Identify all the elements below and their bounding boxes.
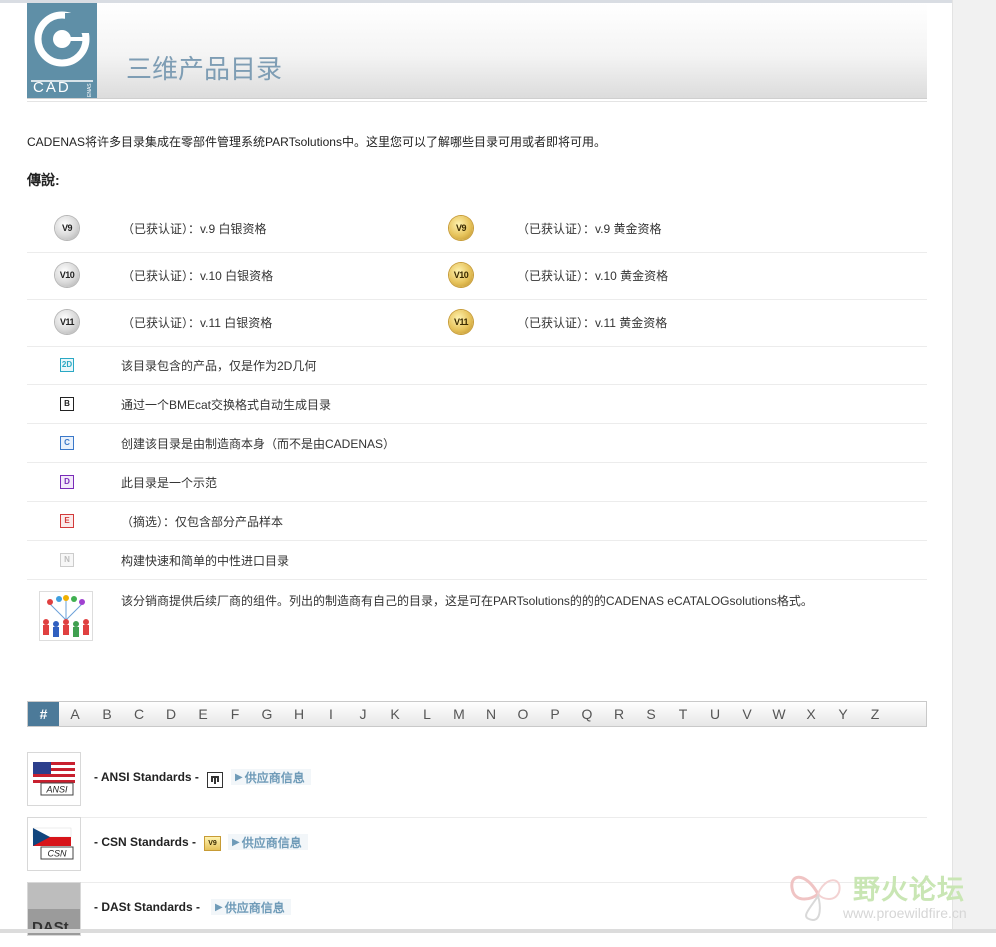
csn-flag-thumbnail[interactable]: CSN: [27, 817, 81, 871]
vendor-info-link-dast[interactable]: ▶ 供应商信息: [211, 899, 291, 915]
forum-watermark: 野火论坛 www.proewildfire.cn: [785, 866, 990, 926]
intro-text: CADENAS将许多目录集成在零部件管理系统PARTsolutions中。这里您…: [27, 135, 606, 149]
n-badge-icon: N: [60, 553, 74, 567]
alpha-filter-a[interactable]: A: [59, 702, 91, 726]
silver-v10-label: （已获认证）：v.10 白银资格: [122, 269, 274, 283]
alpha-filter-c[interactable]: C: [123, 702, 155, 726]
csn-thumb-label: CSN: [47, 849, 67, 859]
alpha-filter-m[interactable]: M: [443, 702, 475, 726]
alpha-filter-g[interactable]: G: [251, 702, 283, 726]
legend-row-2d: 2D 该目录包含的产品，仅是作为2D几何: [27, 346, 927, 385]
legend-row-b: B 通过一个BMEcat交换格式自动生成目录: [27, 385, 927, 424]
d-badge-icon: D: [60, 475, 74, 489]
e-label: （摘选）：仅包含部分产品样本: [121, 515, 284, 529]
alpha-filter-i[interactable]: I: [315, 702, 347, 726]
catalog-name-dast[interactable]: - DASt Standards -: [94, 900, 200, 914]
legend-row-e: E （摘选）：仅包含部分产品样本: [27, 502, 927, 541]
vendor-info-label: 供应商信息: [244, 770, 305, 785]
gold-v11-badge-icon: V11: [449, 310, 473, 334]
ansi-thumb-label: ANSI: [45, 785, 68, 795]
play-arrow-icon: ▶: [235, 771, 243, 783]
vendor-info-link-ansi[interactable]: ▶ 供应商信息: [231, 769, 311, 785]
legend-row-v9: V9 （已获认证）：v.9 白银资格 V9 （已获认证）：v.9 黄金资格: [27, 205, 927, 253]
alpha-filter-b[interactable]: B: [91, 702, 123, 726]
alpha-filter-d[interactable]: D: [155, 702, 187, 726]
alpha-filter-r[interactable]: R: [603, 702, 635, 726]
alpha-filter-p[interactable]: P: [539, 702, 571, 726]
vendor-info-label: 供应商信息: [224, 900, 285, 915]
legend-heading: 傳說:: [27, 172, 60, 188]
silver-v10-badge-icon: V10: [55, 263, 79, 287]
header-divider: [27, 99, 927, 102]
gold-v10-label: （已获认证）：v.10 黄金资格: [517, 269, 669, 283]
d-label: 此目录是一个示范: [121, 476, 218, 490]
watermark-url: www.proewildfire.cn: [843, 905, 967, 921]
cadenas-logo[interactable]: CAD ENAS: [27, 3, 97, 98]
legend-row-v11: V11 （已获认证）：v.11 白银资格 V11 （已获认证）：v.11 黄金资…: [27, 299, 927, 347]
legend-row-distributor: 该分销商提供后续厂商的组件。列出的制造商有自己的目录，这是可在PARTsolut…: [27, 581, 927, 647]
gold-v9-badge-icon: V9: [449, 216, 473, 240]
catalog-page: CAD ENAS 三维产品目录 CADENAS将许多目录集成在零部件管理系统PA…: [27, 3, 927, 936]
alpha-filter-y[interactable]: Y: [827, 702, 859, 726]
alpha-filter-e[interactable]: E: [187, 702, 219, 726]
butterfly-logo-icon: [790, 875, 841, 922]
alpha-filter-k[interactable]: K: [379, 702, 411, 726]
silver-v11-badge-icon: V11: [55, 310, 79, 334]
page-header: CAD ENAS 三维产品目录: [27, 3, 927, 99]
alpha-filter-o[interactable]: O: [507, 702, 539, 726]
alpha-filter-j[interactable]: J: [347, 702, 379, 726]
silver-v9-badge-icon: V9: [55, 216, 79, 240]
window-bottom-border: [0, 929, 996, 933]
play-arrow-icon: ▶: [232, 836, 240, 848]
alpha-filter-l[interactable]: L: [411, 702, 443, 726]
alpha-filter-v[interactable]: V: [731, 702, 763, 726]
vendor-info-label: 供应商信息: [241, 835, 302, 850]
alpha-filter-hash[interactable]: #: [28, 702, 59, 726]
alpha-filter-f[interactable]: F: [219, 702, 251, 726]
distributor-network-icon: [39, 591, 93, 641]
vendor-info-link-csn[interactable]: ▶ 供应商信息: [228, 834, 308, 850]
n-label: 构建快速和简单的中性进口目录: [121, 554, 290, 568]
gold-v10-badge-icon: V10: [449, 263, 473, 287]
distributor-badge-icon: [207, 772, 223, 788]
page-title: 三维产品目录: [126, 55, 283, 85]
alpha-filter-s[interactable]: S: [635, 702, 667, 726]
legend-row-c: C 创建该目录是由制造商本身（而不是由CADENAS）: [27, 424, 927, 463]
alpha-filter-q[interactable]: Q: [571, 702, 603, 726]
alpha-filter-h[interactable]: H: [283, 702, 315, 726]
2d-label: 该目录包含的产品，仅是作为2D几何: [121, 359, 317, 373]
e-badge-icon: E: [60, 514, 74, 528]
alphabet-filter-bar: # A B C D E F G H I J K L M N O P Q R S …: [27, 701, 927, 727]
distributor-label: 该分销商提供后续厂商的组件。列出的制造商有自己的目录，这是可在PARTsolut…: [121, 594, 813, 608]
alpha-filter-u[interactable]: U: [699, 702, 731, 726]
gold-v9-small-badge-icon: V9: [204, 836, 221, 851]
alpha-filter-w[interactable]: W: [763, 702, 795, 726]
legend-row-d: D 此目录是一个示范: [27, 463, 927, 502]
2d-badge-icon: 2D: [60, 358, 74, 372]
gold-v9-label: （已获认证）：v.9 黄金资格: [517, 222, 662, 236]
alpha-filter-x[interactable]: X: [795, 702, 827, 726]
dast-logo-thumbnail[interactable]: DASt: [27, 882, 81, 936]
watermark-title: 野火论坛: [853, 875, 965, 906]
silver-v9-label: （已获认证）：v.9 白银资格: [122, 222, 267, 236]
logo-subtext: ENAS: [87, 83, 93, 97]
b-badge-icon: B: [60, 397, 74, 411]
play-arrow-icon: ▶: [215, 901, 223, 913]
b-label: 通过一个BMEcat交换格式自动生成目录: [121, 398, 332, 412]
legend-row-v10: V10 （已获认证）：v.10 白银资格 V10 （已获认证）：v.10 黄金资…: [27, 252, 927, 300]
silver-v11-label: （已获认证）：v.11 白银资格: [122, 316, 273, 330]
catalog-name-ansi[interactable]: - ANSI Standards -: [94, 770, 199, 784]
alpha-filter-z[interactable]: Z: [859, 702, 891, 726]
catalog-row-ansi: ANSI - ANSI Standards - ▶ 供应商信息: [27, 752, 927, 818]
alpha-filter-n[interactable]: N: [475, 702, 507, 726]
alpha-filter-t[interactable]: T: [667, 702, 699, 726]
page-right-gutter: [952, 0, 996, 933]
logo-text: CAD: [33, 79, 71, 96]
gold-v11-label: （已获认证）：v.11 黄金资格: [517, 316, 668, 330]
c-label: 创建该目录是由制造商本身（而不是由CADENAS）: [121, 437, 396, 451]
catalog-name-csn[interactable]: - CSN Standards -: [94, 835, 196, 849]
ansi-flag-thumbnail[interactable]: ANSI: [27, 752, 81, 806]
legend-row-n: N 构建快速和简单的中性进口目录: [27, 541, 927, 580]
c-badge-icon: C: [60, 436, 74, 450]
